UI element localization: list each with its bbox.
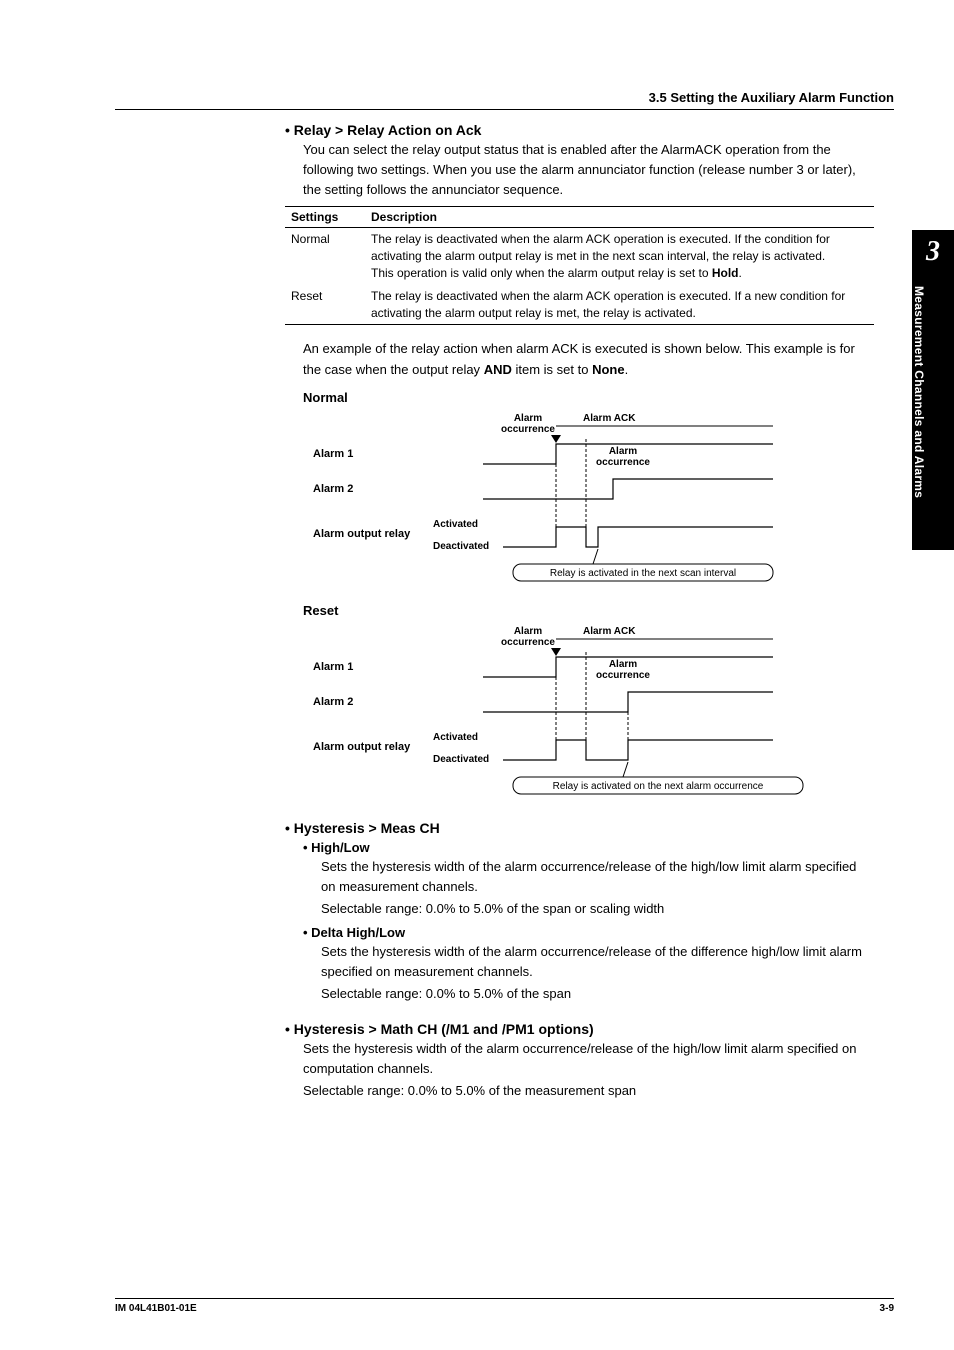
- section-header: 3.5 Setting the Auxiliary Alarm Function: [115, 90, 894, 110]
- heading-hysteresis-math: Hysteresis > Math CH (/M1 and /PM1 optio…: [285, 1021, 874, 1037]
- subheading-highlow: High/Low: [303, 840, 874, 855]
- example-text: An example of the relay action when alar…: [303, 339, 874, 379]
- relay-action-desc: You can select the relay output status t…: [303, 140, 874, 200]
- page-footer: IM 04L41B01-01E 3-9: [115, 1298, 894, 1314]
- table-row: Normal The relay is deactivated when the…: [285, 228, 874, 285]
- delta-range: Selectable range: 0.0% to 5.0% of the sp…: [321, 984, 874, 1004]
- label: occurrence: [501, 637, 555, 648]
- text: This operation is valid only when the al…: [371, 266, 712, 280]
- label: Alarm 2: [313, 696, 353, 708]
- text: The relay is deactivated when the alarm …: [371, 232, 830, 263]
- diagram-title-normal: Normal: [303, 390, 874, 405]
- label: occurrence: [501, 424, 555, 435]
- cell-normal: Normal: [285, 228, 365, 285]
- text: .: [739, 266, 742, 280]
- waveform: [503, 740, 773, 760]
- label: Alarm ACK: [583, 413, 636, 424]
- arrow-down-icon: [551, 435, 561, 443]
- label: Deactivated: [433, 541, 489, 552]
- arrow-down-icon: [551, 648, 561, 656]
- footer-page-number: 3-9: [880, 1303, 894, 1314]
- callout-text: Relay is activated in the next scan inte…: [550, 568, 736, 579]
- label: occurrence: [596, 670, 650, 681]
- label: Deactivated: [433, 754, 489, 765]
- subheading-delta: Delta High/Low: [303, 925, 874, 940]
- heading-text: Relay > Relay Action on Ack: [294, 122, 482, 138]
- delta-desc: Sets the hysteresis width of the alarm o…: [321, 942, 874, 982]
- label: Alarm output relay: [313, 528, 411, 540]
- th-settings: Settings: [285, 207, 365, 228]
- cell-reset: Reset: [285, 285, 365, 325]
- heading-hysteresis-meas: Hysteresis > Meas CH: [285, 820, 874, 836]
- heading-text: Hysteresis > Math CH (/M1 and /PM1 optio…: [294, 1021, 594, 1037]
- timing-diagram-normal: Alarm occurrence Alarm ACK Alarm 1 Alarm…: [303, 409, 823, 584]
- label: Alarm output relay: [313, 741, 411, 753]
- heading-relay-action: Relay > Relay Action on Ack: [285, 122, 874, 138]
- label: Alarm: [609, 446, 637, 457]
- diagram-title-reset: Reset: [303, 603, 874, 618]
- footer-doc-id: IM 04L41B01-01E: [115, 1303, 197, 1314]
- th-description: Description: [365, 207, 874, 228]
- cell-normal-desc: The relay is deactivated when the alarm …: [365, 228, 874, 285]
- bold-hold: Hold: [712, 266, 739, 280]
- highlow-range: Selectable range: 0.0% to 5.0% of the sp…: [321, 899, 874, 919]
- cell-reset-desc: The relay is deactivated when the alarm …: [365, 285, 874, 325]
- label: Alarm 1: [313, 661, 353, 673]
- label: occurrence: [596, 457, 650, 468]
- highlow-desc: Sets the hysteresis width of the alarm o…: [321, 857, 874, 897]
- math-range: Selectable range: 0.0% to 5.0% of the me…: [303, 1081, 874, 1101]
- settings-table: Settings Description Normal The relay is…: [285, 206, 874, 325]
- label: Alarm 1: [313, 448, 353, 460]
- text: item is set to: [512, 362, 592, 377]
- text: Delta High/Low: [311, 925, 405, 940]
- bold-and: AND: [484, 362, 512, 377]
- label: Activated: [433, 732, 478, 743]
- math-desc: Sets the hysteresis width of the alarm o…: [303, 1039, 874, 1079]
- label: Alarm: [609, 659, 637, 670]
- pointer-line: [593, 549, 598, 564]
- table-row: Reset The relay is deactivated when the …: [285, 285, 874, 325]
- label: Alarm ACK: [583, 626, 636, 637]
- heading-text: Hysteresis > Meas CH: [294, 820, 440, 836]
- label: Activated: [433, 519, 478, 530]
- callout-text: Relay is activated on the next alarm occ…: [553, 781, 764, 792]
- table-header-row: Settings Description: [285, 207, 874, 228]
- label: Alarm 2: [313, 483, 353, 495]
- waveform: [483, 479, 773, 499]
- text: .: [625, 362, 629, 377]
- bold-none: None: [592, 362, 625, 377]
- timing-diagram-reset: Alarm occurrence Alarm ACK Alarm 1 Alarm…: [303, 622, 823, 797]
- waveform: [503, 527, 773, 547]
- text: High/Low: [311, 840, 370, 855]
- pointer-line: [623, 762, 628, 777]
- diagram-normal-wrap: Normal Alarm occurrence Alarm ACK Alarm …: [303, 390, 874, 802]
- label: Alarm: [514, 626, 542, 637]
- label: Alarm: [514, 413, 542, 424]
